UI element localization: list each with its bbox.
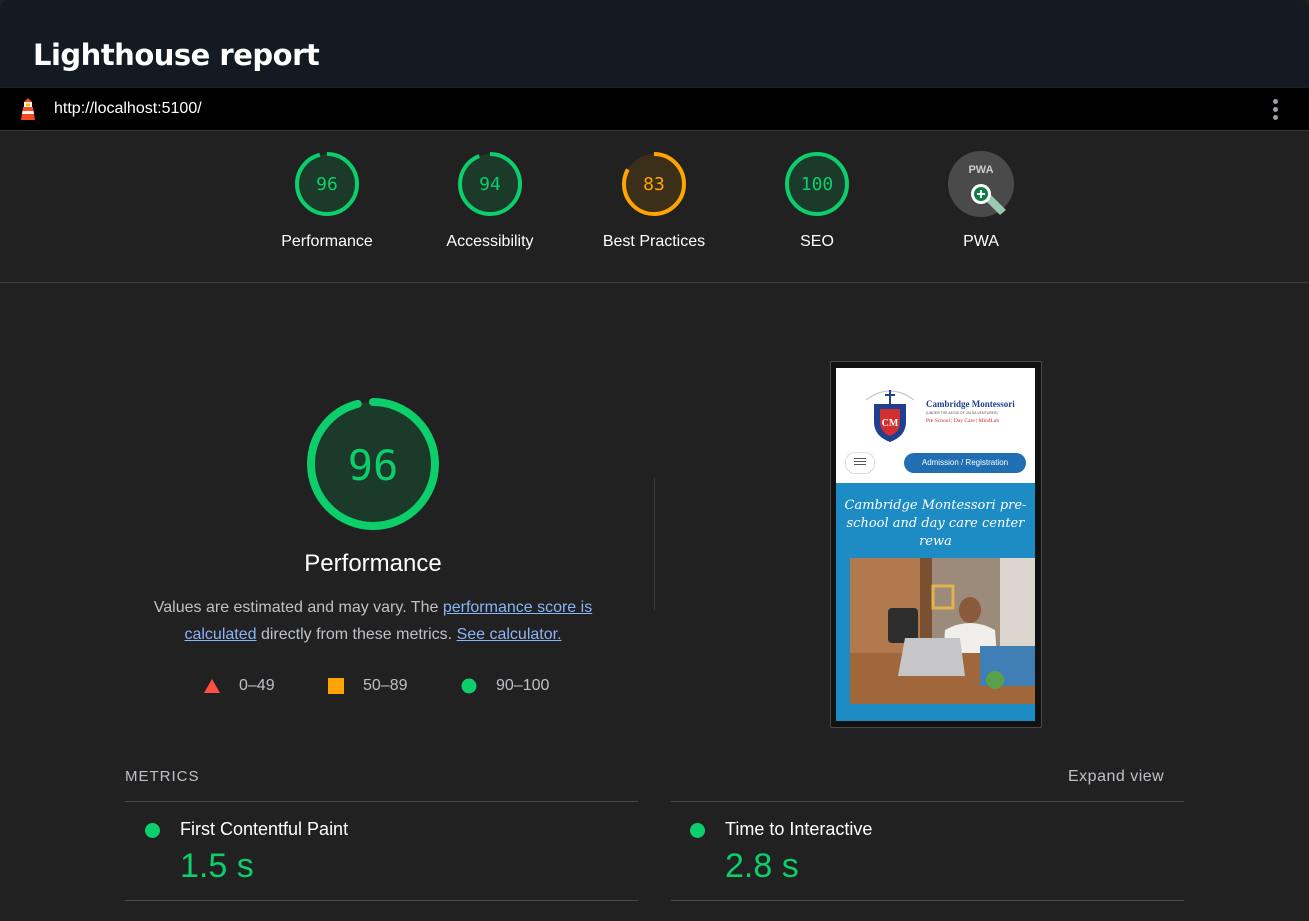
performance-score: 96 [348,441,399,490]
see-calculator-link[interactable]: See calculator. [457,626,562,643]
pass-circle-icon [690,823,705,838]
svg-text:CM: CM [882,418,899,429]
legend-label: 50–89 [363,677,408,694]
legend-label: 0–49 [239,677,275,694]
kebab-dot-icon [1272,115,1278,120]
category-scores: 96 Performance 94 Accessibility 83 Best … [0,131,1309,283]
metric-label: First Contentful Paint [180,819,349,839]
school-crest-icon: CM [865,390,915,442]
site-header: CM Cambridge Montessori (UNDER THE AEGIS… [836,368,1035,483]
gauge-pwa[interactable]: PWA PWA [916,151,1046,251]
tools-menu-button[interactable] [1266,97,1284,123]
report-title: Lighthouse report [33,38,320,72]
report-header: Lighthouse report [0,0,1309,87]
performance-description: Values are estimated and may vary. The p… [133,594,613,648]
performance-main-gauge: 96 [307,398,439,530]
gauge-seo[interactable]: 100 SEO [752,151,882,251]
brand-sub: (UNDER THE AEGIS OF JALSA VENTURES) [926,411,998,415]
pass-circle-icon [145,823,160,838]
brand-tagline: Pre School | Day Care | MindLab [926,418,1000,424]
divider [125,900,638,901]
final-screenshot[interactable]: CM Cambridge Montessori (UNDER THE AEGIS… [830,361,1042,728]
lighthouse-logo-icon [21,98,35,120]
score-ring-icon: 100 [785,152,849,216]
circle-icon [461,678,477,694]
legend-label: 90–100 [496,677,550,694]
screenshot-page: CM Cambridge Montessori (UNDER THE AEGIS… [836,368,1035,721]
score-ring-icon: 96 [295,152,359,216]
divider [671,900,1184,901]
score-ring-icon: 94 [458,152,522,216]
desc-text: Values are estimated and may vary. The [153,599,443,616]
section-divider [654,478,655,610]
gauge-score: 100 [801,174,834,195]
metrics-heading: METRICS [125,768,200,785]
gauge-score: 94 [479,174,501,195]
legend-average: 50–89 [328,676,408,696]
gauge-best-practices[interactable]: 83 Best Practices [589,151,719,251]
metric-value: 2.8 s [725,847,799,885]
url-bar: http://localhost:5100/ [0,88,1309,131]
site-hero: Cambridge Montessori pre-school and day … [836,483,1035,721]
triangle-icon [204,679,220,693]
report-url: http://localhost:5100/ [54,100,202,117]
gauge-accessibility[interactable]: 94 Accessibility [425,151,555,251]
gauge-label: SEO [800,233,834,250]
metric-label: Time to Interactive [725,819,873,839]
square-icon [328,678,344,694]
divider [125,801,638,802]
divider [671,801,1184,802]
hamburger-menu-icon [845,452,875,474]
kebab-dot-icon [1272,99,1278,104]
hero-heading: Cambridge Montessori pre-school and day … [844,498,1027,549]
legend-fail: 0–49 [203,676,275,696]
pwa-badge-text: PWA [968,164,993,176]
brand-name: Cambridge Montessori [926,399,1015,409]
gauge-label: Performance [281,233,373,250]
gauge-label: Best Practices [602,233,706,250]
performance-heading: Performance [304,550,442,577]
kebab-dot-icon [1272,107,1278,112]
legend-pass: 90–100 [461,676,549,696]
pwa-badge-icon: PWA [948,151,1014,217]
gauge-label: Accessibility [446,233,534,250]
score-ring-icon: 83 [622,152,686,216]
gauge-score: 96 [316,174,338,195]
gauge-score: 83 [643,174,665,195]
expand-view-toggle[interactable]: Expand view [1068,768,1164,786]
office-photo-icon [850,558,1035,704]
gauge-performance[interactable]: 96 Performance [262,151,392,251]
gauge-label: PWA [963,233,999,250]
desc-text: directly from these metrics. [256,626,457,643]
admission-button: Admission / Registration [904,453,1026,473]
metric-value: 1.5 s [180,847,254,885]
